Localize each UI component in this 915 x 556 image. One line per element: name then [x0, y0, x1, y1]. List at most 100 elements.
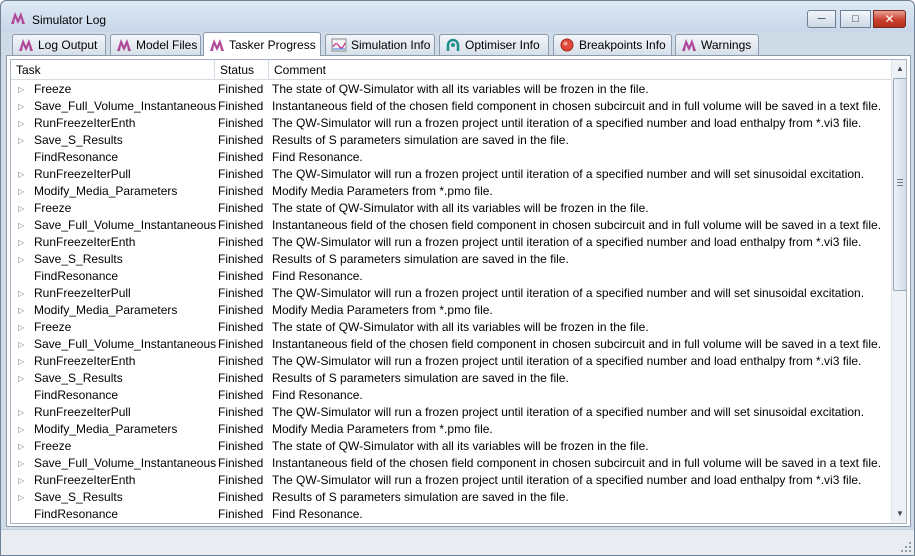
- column-header-status[interactable]: Status: [214, 60, 268, 80]
- status-cell: Finished: [218, 439, 264, 453]
- expand-arrow-icon[interactable]: ▷: [18, 132, 28, 149]
- scroll-up-icon[interactable]: ▲: [893, 61, 906, 77]
- tab-model-files[interactable]: Model Files: [110, 34, 201, 55]
- expand-arrow-icon[interactable]: ▷: [18, 302, 28, 319]
- task-list[interactable]: Task Status Comment ▷ Freeze Finished The s…: [10, 59, 907, 524]
- table-row[interactable]: ▷ Save_S_Results Finished Results of S para…: [11, 489, 891, 506]
- expand-arrow-icon[interactable]: ▷: [18, 336, 28, 353]
- expand-arrow-icon[interactable]: ▷: [18, 217, 28, 234]
- table-row[interactable]: FindResonance Finished Find Resonance.: [11, 506, 891, 523]
- tab-optimiser-info[interactable]: Optimiser Info: [439, 34, 549, 55]
- table-row[interactable]: ▷ Save_Full_Volume_Instantaneous Finished I…: [11, 217, 891, 234]
- table-row[interactable]: ▷ Freeze Finished The state of QW-Simulator…: [11, 438, 891, 455]
- status-cell: Finished: [218, 286, 264, 300]
- minimize-button[interactable]: ─: [807, 10, 836, 28]
- expand-arrow-icon[interactable]: ▷: [18, 404, 28, 421]
- table-row[interactable]: ▷ RunFreezeIterPull Finished The QW-Simulat…: [11, 285, 891, 302]
- expand-arrow-icon[interactable]: ▷: [18, 370, 28, 387]
- table-row[interactable]: ▷ Freeze Finished The state of QW-Simulator…: [11, 81, 891, 98]
- expand-arrow-icon[interactable]: ▷: [18, 234, 28, 251]
- table-row[interactable]: ▷ RunFreezeIterPull Finished The QW-Simulat…: [11, 166, 891, 183]
- close-button[interactable]: ✕: [873, 10, 906, 28]
- column-header-task[interactable]: Task: [11, 60, 214, 80]
- tab-label: Simulation Info: [351, 38, 431, 52]
- table-row[interactable]: FindResonance Finished Find Resonance.: [11, 387, 891, 404]
- expand-arrow-icon[interactable]: ▷: [18, 489, 28, 506]
- table-row[interactable]: ▷ Modify_Media_Parameters Finished Modify M…: [11, 421, 891, 438]
- expand-arrow-icon[interactable]: ▷: [18, 98, 28, 115]
- task-cell: RunFreezeIterEnth: [34, 116, 136, 130]
- table-row[interactable]: ▷ RunFreezeIterPull Finished The QW-Simulat…: [11, 404, 891, 421]
- vertical-scrollbar[interactable]: ▲ ▼: [891, 60, 906, 523]
- expand-arrow-icon[interactable]: ▷: [18, 319, 28, 336]
- table-row[interactable]: FindResonance Finished Find Resonance.: [11, 149, 891, 166]
- comment-cell: Instantaneous field of the chosen field …: [272, 99, 882, 113]
- status-cell: Finished: [218, 82, 264, 96]
- expand-arrow-icon[interactable]: ▷: [18, 81, 28, 98]
- expand-arrow-icon[interactable]: ▷: [18, 285, 28, 302]
- expand-arrow-icon[interactable]: ▷: [18, 183, 28, 200]
- table-row[interactable]: ▷ Modify_Media_Parameters Finished Modify M…: [11, 302, 891, 319]
- status-cell: Finished: [218, 320, 264, 334]
- table-row[interactable]: ▷ Freeze Finished The state of QW-Simulator…: [11, 200, 891, 217]
- table-row[interactable]: ▷ RunFreezeIterEnth Finished The QW-Simulat…: [11, 115, 891, 132]
- task-cell: RunFreezeIterPull: [34, 405, 131, 419]
- qw-logo-icon: [19, 39, 33, 51]
- maximize-button[interactable]: □: [840, 10, 871, 28]
- resize-grip-icon[interactable]: [900, 541, 912, 553]
- status-cell: Finished: [218, 133, 264, 147]
- status-cell: Finished: [218, 354, 264, 368]
- expand-arrow-icon[interactable]: ▷: [18, 438, 28, 455]
- status-cell: Finished: [218, 99, 264, 113]
- comment-cell: The state of QW-Simulator with all its v…: [272, 439, 649, 453]
- grip-line: [897, 182, 903, 183]
- table-row[interactable]: ▷ RunFreezeIterEnth Finished The QW-Simulat…: [11, 234, 891, 251]
- expand-arrow-icon[interactable]: ▷: [18, 115, 28, 132]
- tab-label: Tasker Progress: [229, 37, 316, 52]
- breakpoint-icon: [560, 38, 574, 52]
- table-row[interactable]: ▷ Save_S_Results Finished Results of S para…: [11, 251, 891, 268]
- expand-arrow-icon[interactable]: ▷: [18, 455, 28, 472]
- comment-cell: Results of S parameters simulation are s…: [272, 371, 569, 385]
- column-header-comment[interactable]: Comment: [268, 60, 891, 80]
- qw-logo-icon: [682, 39, 696, 51]
- expand-arrow-icon[interactable]: ▷: [18, 200, 28, 217]
- task-cell: Save_S_Results: [34, 490, 123, 504]
- expand-arrow-icon[interactable]: ▷: [18, 472, 28, 489]
- tab-tasker-progress[interactable]: Tasker Progress: [203, 32, 321, 56]
- status-cell: Finished: [218, 490, 264, 504]
- minimize-icon: ─: [817, 13, 826, 25]
- comment-cell: Instantaneous field of the chosen field …: [272, 218, 882, 232]
- status-cell: Finished: [218, 473, 264, 487]
- simulator-log-window: Simulator Log ─ □ ✕ Log Output Model Fil…: [0, 0, 915, 556]
- task-cell: RunFreezeIterEnth: [34, 235, 136, 249]
- status-cell: Finished: [218, 337, 264, 351]
- table-row[interactable]: ▷ Save_S_Results Finished Results of S para…: [11, 132, 891, 149]
- tab-breakpoints-info[interactable]: Breakpoints Info: [553, 34, 672, 55]
- table-row[interactable]: ▷ RunFreezeIterEnth Finished The QW-Simulat…: [11, 353, 891, 370]
- tab-label: Log Output: [38, 38, 98, 52]
- tab-warnings[interactable]: Warnings: [675, 34, 759, 55]
- expand-arrow-icon[interactable]: ▷: [18, 421, 28, 438]
- tab-strip: Log Output Model Files Tasker Progress S…: [6, 32, 911, 56]
- table-row[interactable]: ▷ Save_Full_Volume_Instantaneous Finished I…: [11, 336, 891, 353]
- scroll-down-icon[interactable]: ▼: [893, 506, 906, 522]
- expand-arrow-icon[interactable]: ▷: [18, 166, 28, 183]
- table-row[interactable]: ▷ Save_Full_Volume_Instantaneous Finished I…: [11, 98, 891, 115]
- table-row[interactable]: FindResonance Finished Find Resonance.: [11, 268, 891, 285]
- expand-arrow-icon[interactable]: ▷: [18, 353, 28, 370]
- table-row[interactable]: ▷ Freeze Finished The state of QW-Simulator…: [11, 319, 891, 336]
- scroll-thumb[interactable]: [893, 78, 906, 291]
- task-cell: Save_Full_Volume_Instantaneous: [34, 99, 217, 113]
- table-row[interactable]: ▷ Modify_Media_Parameters Finished Modify M…: [11, 183, 891, 200]
- status-cell: Finished: [218, 303, 264, 317]
- table-row[interactable]: ▷ RunFreezeIterEnth Finished The QW-Simulat…: [11, 472, 891, 489]
- expand-arrow-icon[interactable]: ▷: [18, 251, 28, 268]
- tab-simulation-info[interactable]: Simulation Info: [325, 34, 435, 55]
- table-row[interactable]: ▷ Save_S_Results Finished Results of S para…: [11, 370, 891, 387]
- title-bar[interactable]: Simulator Log ─ □ ✕: [1, 1, 914, 32]
- comment-cell: Modify Media Parameters from *.pmo file.: [272, 303, 493, 317]
- tab-log-output[interactable]: Log Output: [12, 34, 106, 55]
- table-row[interactable]: ▷ Save_Full_Volume_Instantaneous Finished I…: [11, 455, 891, 472]
- status-cell: Finished: [218, 218, 264, 232]
